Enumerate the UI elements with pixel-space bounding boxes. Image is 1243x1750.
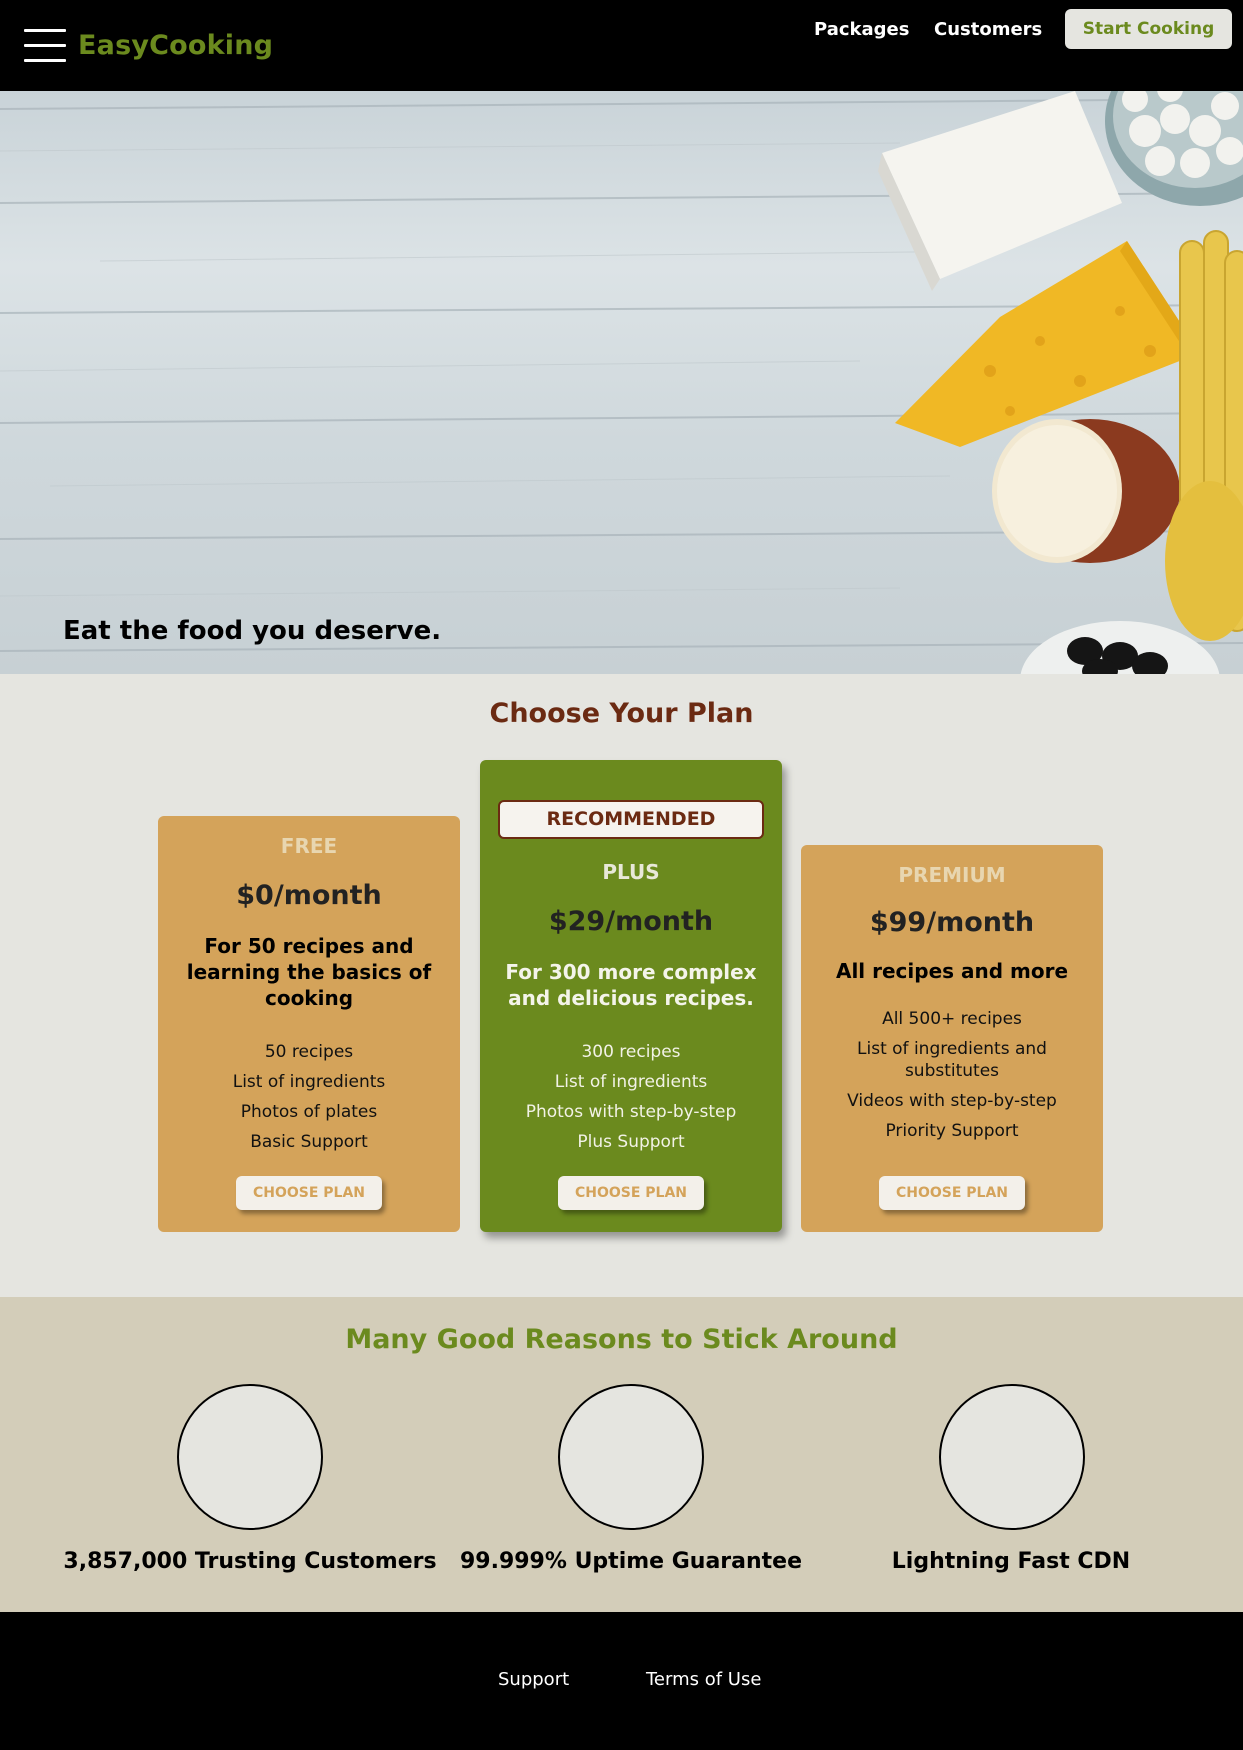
plan-features: All 500+ recipes List of ingredients and… [801,1008,1103,1142]
plan-card-free: FREE $0/month For 50 recipes and learnin… [158,816,460,1232]
plan-description: All recipes and more [835,959,1069,983]
site-header: EasyCooking Packages Customers Start Coo… [0,0,1243,91]
plan-price: $29/month [548,906,714,937]
plan-card-plus: RECOMMENDED PLUS $29/month For 300 more … [480,760,782,1232]
plan-price: $0/month [236,880,382,911]
logo[interactable]: EasyCooking [78,30,273,61]
plan-feature: List of ingredients [554,1072,708,1092]
nav-packages[interactable]: Packages [814,19,909,40]
plan-feature: 50 recipes [264,1042,354,1062]
reason-image-uptime [558,1384,704,1530]
plan-features: 50 recipes List of ingredients Photos of… [158,1041,460,1153]
pricing-section: Choose Your Plan FREE $0/month For 50 re… [0,674,1243,1297]
footer-link-support[interactable]: Support [498,1669,569,1690]
plan-tier: PLUS [602,860,660,884]
plan-price: $99/month [869,907,1035,938]
reasons-section: Many Good Reasons to Stick Around 3,857,… [0,1297,1243,1612]
reason-image-customers [177,1384,323,1530]
plan-feature: 300 recipes [581,1042,681,1062]
choose-plan-button-plus[interactable]: CHOOSE PLAN [558,1176,704,1210]
reason-label-uptime: 99.999% Uptime Guarantee [459,1549,803,1574]
plan-description: For 50 recipes and learning the basics o… [186,934,432,1010]
plan-feature: List of ingredients and substitutes [857,1039,1047,1081]
hero-tagline: Eat the food you deserve. [63,616,442,646]
reason-label-cdn: Lightning Fast CDN [891,1549,1131,1574]
choose-plan-button-free[interactable]: CHOOSE PLAN [236,1176,382,1210]
plan-tier: PREMIUM [898,863,1006,887]
plan-feature: Videos with step-by-step [847,1091,1057,1111]
plan-feature: Photos of plates [240,1102,378,1122]
plan-feature: Plus Support [577,1132,685,1152]
choose-plan-button-premium[interactable]: CHOOSE PLAN [879,1176,1025,1210]
plan-features: 300 recipes List of ingredients Photos w… [480,1041,782,1153]
hero-image [0,91,1243,674]
plan-feature: Photos with step-by-step [525,1102,737,1122]
reason-image-cdn [939,1384,1085,1530]
plan-feature: All 500+ recipes [882,1009,1022,1029]
plan-description: For 300 more complex and delicious recip… [505,960,757,1010]
start-cooking-button[interactable]: Start Cooking [1065,9,1232,49]
plan-feature: List of ingredients [232,1072,386,1092]
nav-customers[interactable]: Customers [934,19,1042,40]
plan-feature: Basic Support [250,1132,368,1152]
plan-feature: Priority Support [885,1121,1019,1141]
pricing-title: Choose Your Plan [489,698,754,729]
plan-card-premium: PREMIUM $99/month All recipes and more A… [801,845,1103,1232]
hamburger-menu-icon[interactable] [24,29,66,63]
footer-link-terms[interactable]: Terms of Use [646,1669,761,1690]
plan-tier: FREE [280,834,338,858]
reasons-title: Many Good Reasons to Stick Around [345,1324,898,1355]
site-footer: Support Terms of Use [0,1612,1243,1750]
hero-section: Eat the food you deserve. [0,91,1243,674]
recommended-badge: RECOMMENDED [498,800,764,839]
reason-label-customers: 3,857,000 Trusting Customers [63,1549,437,1574]
